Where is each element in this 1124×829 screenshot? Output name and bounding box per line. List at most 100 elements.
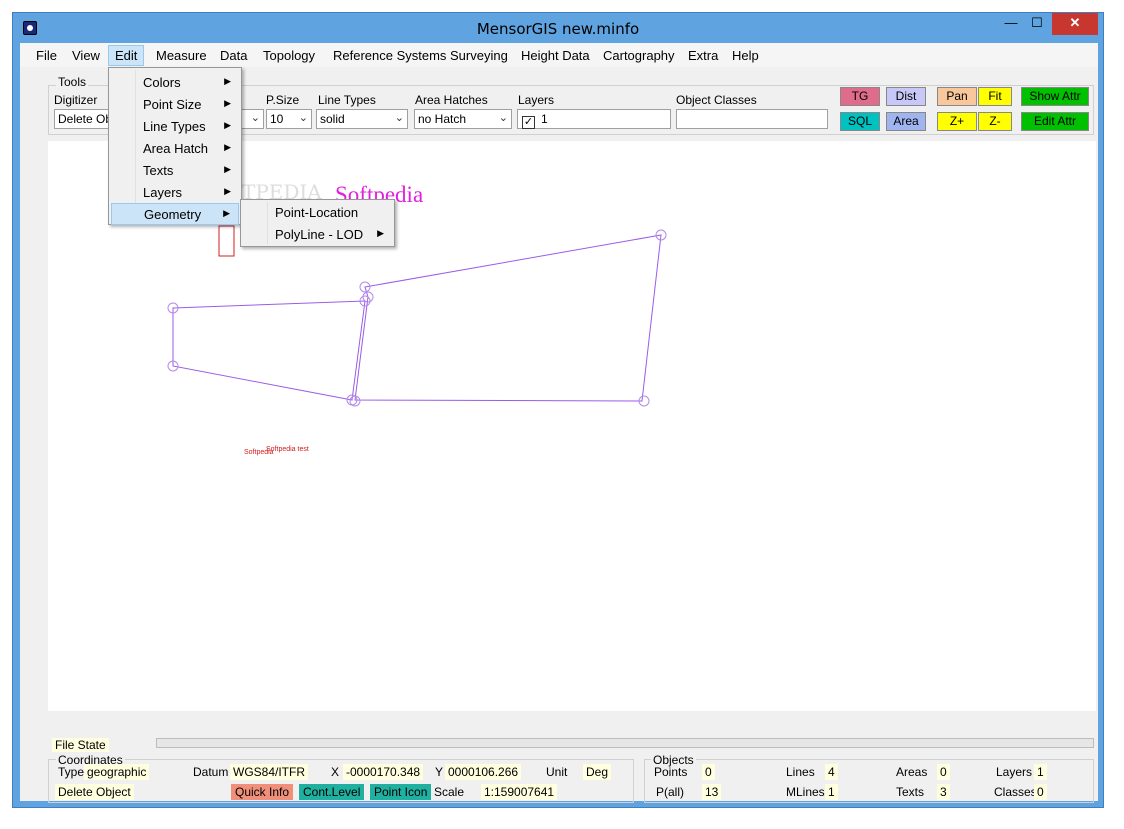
classes-label: Classes xyxy=(994,785,1037,799)
hatches-label: Area Hatches xyxy=(415,93,488,107)
menu-item-label: Point-Location xyxy=(275,205,359,220)
client-area: File View Edit Measure Data Topology Ref… xyxy=(20,43,1098,803)
menu-data[interactable]: Data xyxy=(220,48,247,63)
minimize-button[interactable]: — xyxy=(998,13,1024,35)
area-polygon-left[interactable] xyxy=(172,300,366,401)
pall-value: 13 xyxy=(702,784,722,800)
sql-button[interactable]: SQL xyxy=(840,112,880,131)
pan-button[interactable]: Pan xyxy=(937,87,977,106)
mlines-value: 1 xyxy=(825,784,838,800)
menu-cartography[interactable]: Cartography xyxy=(603,48,675,63)
menu-item-point-size[interactable]: Point Size ▶ xyxy=(111,94,239,116)
digitizer-label: Digitizer xyxy=(54,93,98,107)
maximize-button[interactable]: ☐ xyxy=(1024,13,1050,35)
menu-bar: File View Edit Measure Data Topology Ref… xyxy=(20,43,1098,67)
menu-item-line-types[interactable]: Line Types ▶ xyxy=(111,116,239,138)
linetypes-label: Line Types xyxy=(318,93,376,107)
layers-label: Layers xyxy=(518,93,555,107)
submenu-arrow-icon: ▶ xyxy=(223,208,230,218)
file-state-label: File State xyxy=(52,738,109,752)
menu-measure[interactable]: Measure xyxy=(156,48,207,63)
menu-item-area-hatch[interactable]: Area Hatch ▶ xyxy=(111,138,239,160)
layers-value: 1 xyxy=(541,112,548,126)
datum-value: WGS84/ITFR xyxy=(230,764,309,780)
menu-item-label: Texts xyxy=(143,163,174,178)
cont-level-button[interactable]: Cont.Level xyxy=(299,784,365,800)
menu-extra[interactable]: Extra xyxy=(688,48,718,63)
small-map-text-2[interactable]: Softpedia test xyxy=(266,446,309,453)
layers-count-label: Layers xyxy=(996,765,1033,779)
layers-field[interactable]: ✓ 1 xyxy=(517,109,671,129)
menu-item-point-location[interactable]: Point-Location xyxy=(243,202,392,224)
submenu-arrow-icon: ▶ xyxy=(224,76,231,86)
submenu-arrow-icon: ▶ xyxy=(224,120,231,130)
menu-edit[interactable]: Edit xyxy=(108,45,145,66)
checkbox-checked-icon[interactable]: ✓ xyxy=(522,116,535,129)
menu-item-geometry[interactable]: Geometry ▶ xyxy=(111,203,239,225)
selection-rectangle[interactable] xyxy=(218,225,235,257)
texts-value: 3 xyxy=(937,784,950,800)
points-label: Points xyxy=(654,765,688,779)
menu-item-colors[interactable]: Colors ▶ xyxy=(111,72,239,94)
menu-view[interactable]: View xyxy=(72,48,100,63)
map-drawing: SOFTPEDIA Softpedia Softpedia Softpedia … xyxy=(167,180,667,456)
menu-item-polyline-lod[interactable]: PolyLine - LOD ▶ xyxy=(243,224,392,246)
chevron-down-icon: ⌄ xyxy=(298,112,308,124)
menu-topology[interactable]: Topology xyxy=(263,48,315,63)
submenu-arrow-icon: ▶ xyxy=(224,142,231,152)
menu-item-texts[interactable]: Texts ▶ xyxy=(111,160,239,182)
map-canvas[interactable]: SOFTPEDIA Softpedia Softpedia Softpedia … xyxy=(48,141,1096,711)
menu-item-label: Point Size xyxy=(143,97,202,112)
menu-item-label: Geometry xyxy=(144,207,202,222)
classes-value: 0 xyxy=(1034,784,1047,800)
submenu-arrow-icon: ▶ xyxy=(224,186,231,196)
linetypes-select[interactable]: solid ⌄ xyxy=(316,109,408,129)
dist-button[interactable]: Dist xyxy=(886,87,926,106)
texts-label: Texts xyxy=(896,785,925,799)
lines-value: 4 xyxy=(825,764,838,780)
menu-height-data[interactable]: Height Data xyxy=(521,48,590,63)
mlines-label: MLines xyxy=(786,785,825,799)
unit-label: Unit xyxy=(546,765,568,779)
area-polygon-right[interactable] xyxy=(354,234,662,402)
submenu-arrow-icon: ▶ xyxy=(224,164,231,174)
close-button[interactable]: ✕ xyxy=(1052,13,1098,35)
menu-item-label: PolyLine - LOD xyxy=(275,227,364,242)
objclasses-field[interactable] xyxy=(676,109,828,129)
zoom-in-button[interactable]: Z+ xyxy=(937,112,977,131)
scale-value: 1:159007641 xyxy=(481,784,558,800)
digitizer-value: Delete Obj xyxy=(58,112,115,126)
areas-value: 0 xyxy=(937,764,950,780)
pall-label: P(all) xyxy=(656,785,685,799)
area-button[interactable]: Area xyxy=(886,112,926,131)
psize-select[interactable]: 10 ⌄ xyxy=(266,109,312,129)
unit-value: Deg xyxy=(583,764,612,780)
x-value: -0000170.348 xyxy=(343,764,424,780)
tg-button[interactable]: TG xyxy=(840,87,880,106)
objclasses-label: Object Classes xyxy=(676,93,757,107)
edit-attr-button[interactable]: Edit Attr xyxy=(1021,112,1089,131)
psize-value: 10 xyxy=(270,112,284,126)
menu-item-label: Layers xyxy=(143,185,183,200)
tools-group-label: Tools xyxy=(56,75,89,89)
edit-menu: Colors ▶ Point Size ▶ Line Types ▶ Area Hat… xyxy=(108,67,242,225)
chevron-down-icon: ⌄ xyxy=(394,112,404,124)
menu-item-layers[interactable]: Layers ▶ xyxy=(111,182,239,204)
points-value: 0 xyxy=(702,764,715,780)
menu-item-label: Line Types xyxy=(143,119,206,134)
menu-surveying[interactable]: Surveying xyxy=(450,48,508,63)
datum-label: Datum xyxy=(193,765,229,779)
hatches-select[interactable]: no Hatch ⌄ xyxy=(414,109,512,129)
menu-reference-systems[interactable]: Reference Systems xyxy=(333,48,446,63)
point-icon-button[interactable]: Point Icon xyxy=(370,784,432,800)
zoom-out-button[interactable]: Z- xyxy=(978,112,1012,131)
menu-help[interactable]: Help xyxy=(732,48,759,63)
type-value: geographic xyxy=(84,764,150,780)
menu-file[interactable]: File xyxy=(36,48,57,63)
linetypes-value: solid xyxy=(320,112,345,126)
quick-info-button[interactable]: Quick Info xyxy=(231,784,294,800)
fit-button[interactable]: Fit xyxy=(978,87,1012,106)
mode-value: Delete Object xyxy=(55,784,134,800)
y-value: 0000106.266 xyxy=(445,764,522,780)
show-attr-button[interactable]: Show Attr xyxy=(1021,87,1089,106)
